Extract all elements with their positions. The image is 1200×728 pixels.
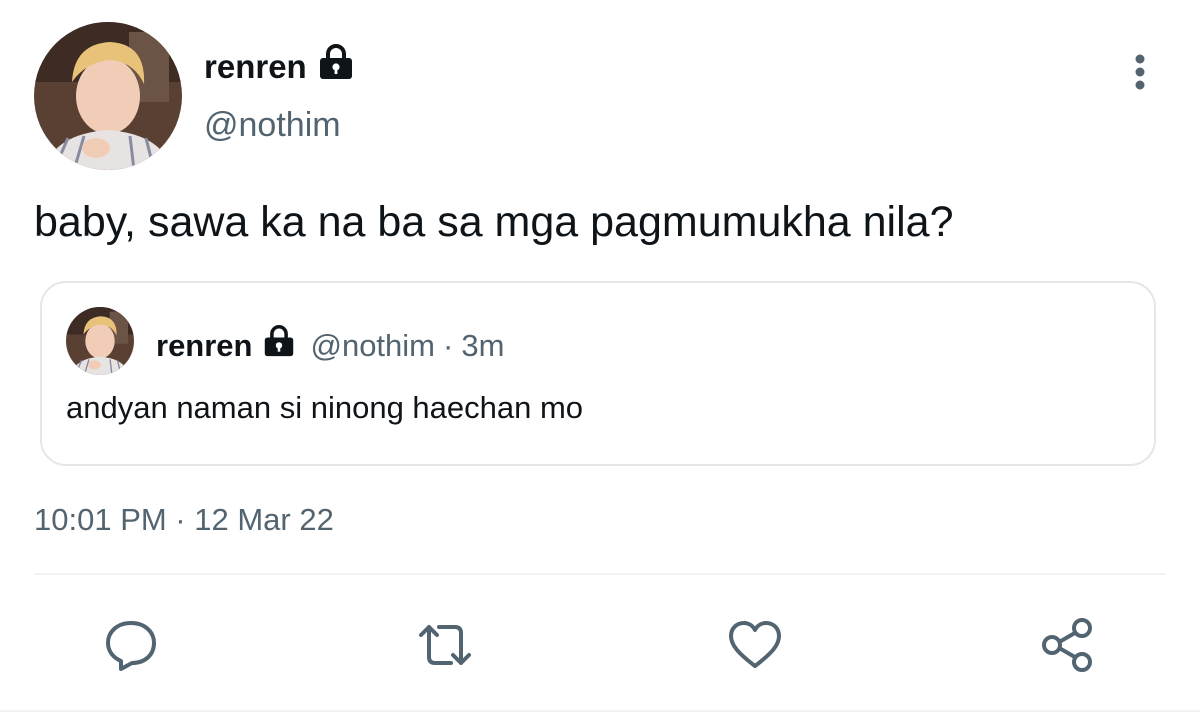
share-button[interactable] [1032, 610, 1102, 680]
quoted-time: 3m [461, 327, 505, 363]
tweet-timestamp[interactable]: 10:01 PM · 12 Mar 22 [34, 500, 334, 540]
lock-icon [262, 325, 296, 366]
avatar-image [66, 307, 134, 375]
like-button[interactable] [720, 610, 790, 680]
share-icon [1042, 618, 1092, 672]
tweet-text: baby, sawa ka na ba sa mga pagmumukha ni… [34, 198, 954, 246]
heart-icon [729, 621, 781, 668]
more-options-button[interactable] [1120, 50, 1160, 94]
retweet-button[interactable] [410, 610, 480, 680]
quoted-author-handle: @nothim [310, 327, 435, 363]
reply-button[interactable] [96, 610, 166, 680]
author-name-text: renren [204, 47, 307, 85]
action-bar [0, 600, 1200, 690]
reply-icon [106, 621, 156, 671]
more-vertical-icon [1135, 54, 1145, 90]
quoted-separator: · [443, 327, 454, 363]
quoted-author-avatar[interactable] [66, 307, 134, 375]
author-handle[interactable]: @nothim [204, 105, 341, 145]
quoted-tweet-text: andyan naman si ninong haechan mo [66, 390, 584, 425]
quoted-tweet-card[interactable]: renren @nothim · 3m andyan naman si nino… [40, 281, 1156, 466]
bottom-divider [0, 710, 1200, 712]
divider [34, 573, 1166, 575]
retweet-icon [419, 625, 471, 665]
author-avatar[interactable] [34, 22, 182, 170]
author-display-name[interactable]: renren [204, 44, 355, 89]
quoted-tweet-header: renren @nothim · 3m [156, 325, 504, 366]
quoted-author-name: renren [156, 327, 253, 363]
lock-icon [317, 44, 355, 89]
avatar-image [34, 22, 182, 170]
